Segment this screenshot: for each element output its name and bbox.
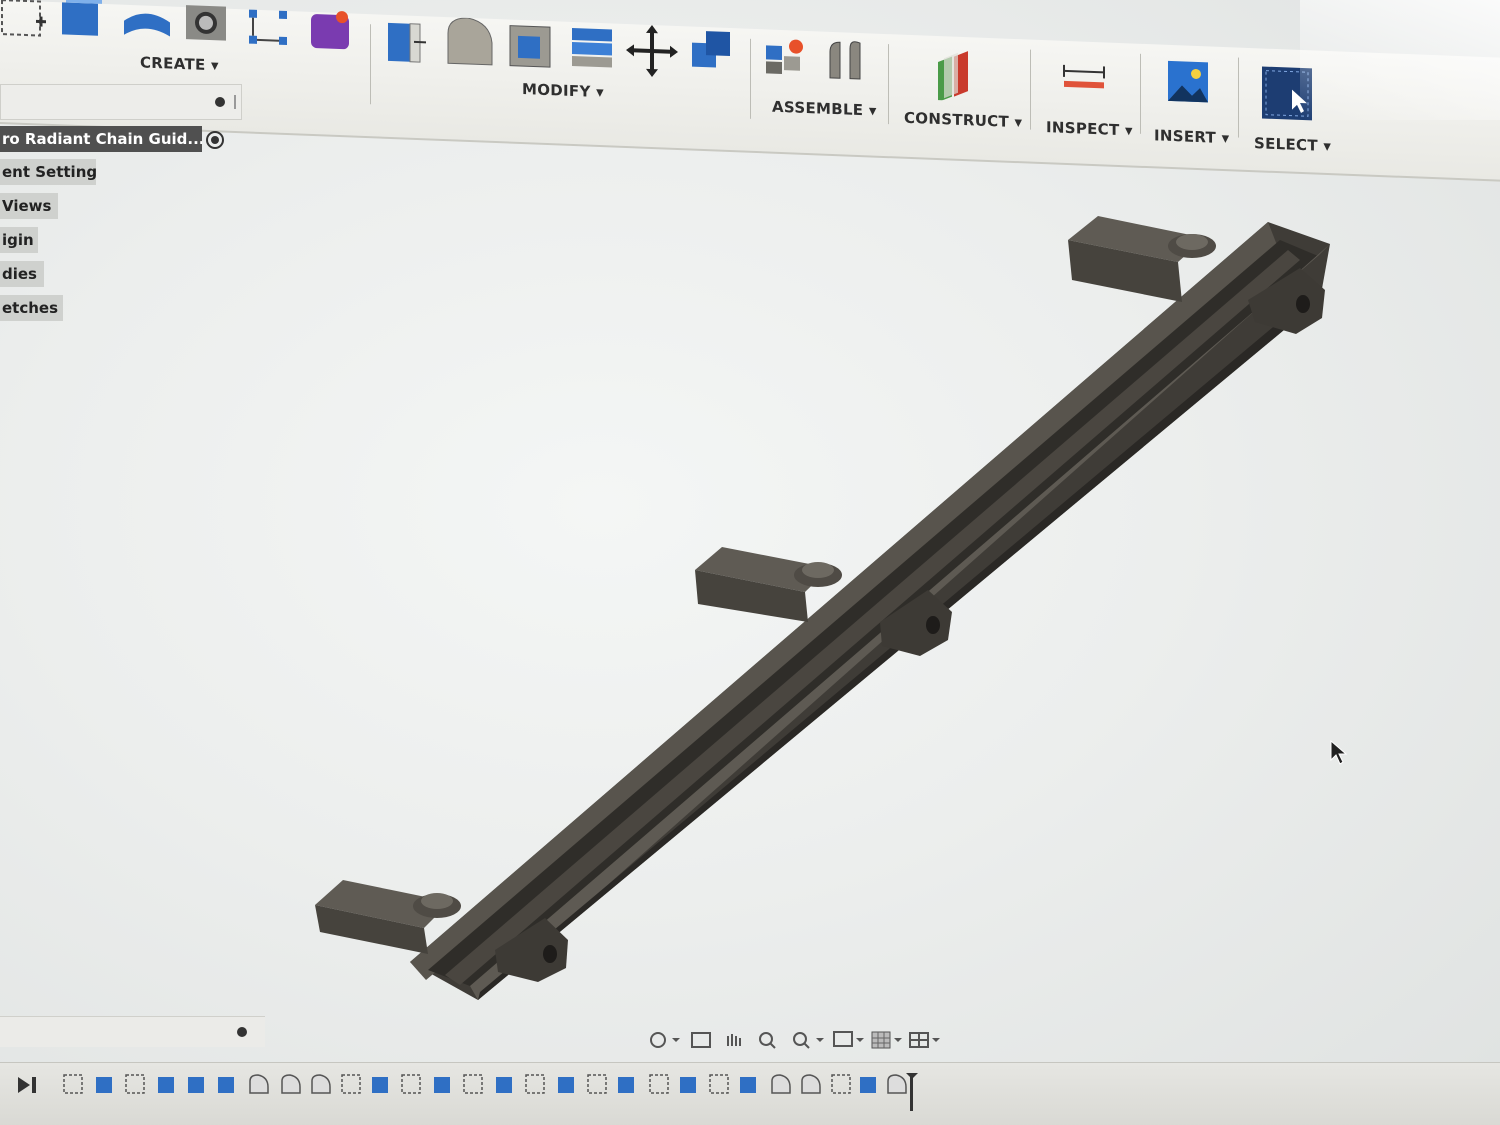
collapse-icon[interactable] bbox=[215, 97, 225, 107]
create-label[interactable]: CREATE ▾ bbox=[140, 53, 219, 74]
navigation-bar bbox=[650, 1031, 940, 1049]
fusion-window: CREATE ▾ MODIFY ▾ ASSEMBLE ▾ CONSTRUCT ▾… bbox=[0, 0, 1500, 1125]
add-comment-icon[interactable] bbox=[237, 1027, 247, 1037]
display-settings-icon bbox=[833, 1031, 864, 1047]
assemble-icons bbox=[766, 39, 861, 80]
create-form-icon bbox=[311, 11, 349, 50]
insert-icons bbox=[1168, 60, 1208, 103]
chain-guide-model[interactable] bbox=[315, 216, 1330, 1000]
construct-icons bbox=[938, 51, 968, 103]
toolbar-separator bbox=[1030, 49, 1031, 130]
comments-panel-bar[interactable] bbox=[0, 1016, 265, 1047]
fillet-icon bbox=[447, 17, 493, 66]
model-viewport[interactable] bbox=[0, 120, 1500, 1040]
align-icon bbox=[692, 31, 730, 68]
viewports-icon bbox=[909, 1032, 940, 1048]
toolbar-separator bbox=[370, 24, 371, 105]
orbit-icon bbox=[650, 1032, 680, 1048]
screen-glare bbox=[1300, 0, 1500, 120]
new-component-icon bbox=[766, 39, 803, 75]
mouse-cursor-icon bbox=[1330, 740, 1348, 765]
zoom-icon bbox=[759, 1032, 776, 1049]
measure-icon bbox=[1063, 64, 1105, 89]
offset-plane-icon bbox=[938, 51, 968, 103]
panel-pin-icon[interactable] bbox=[234, 95, 236, 109]
rail-groove bbox=[445, 250, 1300, 985]
timeline-features[interactable] bbox=[60, 1069, 930, 1119]
assemble-label[interactable]: ASSEMBLE ▾ bbox=[772, 98, 877, 120]
move-icon bbox=[626, 25, 678, 78]
create-icons bbox=[1, 0, 349, 50]
timeline bbox=[0, 1062, 1500, 1125]
insert-image-icon bbox=[1168, 60, 1208, 103]
press-pull-icon bbox=[388, 22, 426, 63]
look-at-icon bbox=[691, 1032, 711, 1048]
browser-header[interactable] bbox=[0, 84, 242, 120]
new-sketch-icon bbox=[1, 0, 46, 37]
rail-wall-left bbox=[410, 222, 1282, 980]
modify-label[interactable]: MODIFY ▾ bbox=[522, 80, 604, 101]
combine-icon bbox=[572, 27, 612, 68]
grid-settings-icon bbox=[871, 1031, 902, 1049]
play-to-end-icon[interactable] bbox=[14, 1073, 42, 1097]
toolbar-separator bbox=[750, 38, 751, 119]
joint-icon bbox=[829, 41, 861, 80]
inspect-icons bbox=[1063, 64, 1105, 89]
toolbar-separator bbox=[888, 44, 889, 125]
fit-icon bbox=[793, 1032, 824, 1049]
rectangular-pattern-icon bbox=[249, 9, 287, 46]
modify-icons bbox=[388, 17, 730, 78]
hole-icon bbox=[186, 5, 226, 41]
shell-icon bbox=[509, 25, 551, 68]
extrude-icon bbox=[62, 0, 102, 36]
pan-icon bbox=[727, 1034, 741, 1046]
revolve-icon bbox=[124, 13, 170, 37]
